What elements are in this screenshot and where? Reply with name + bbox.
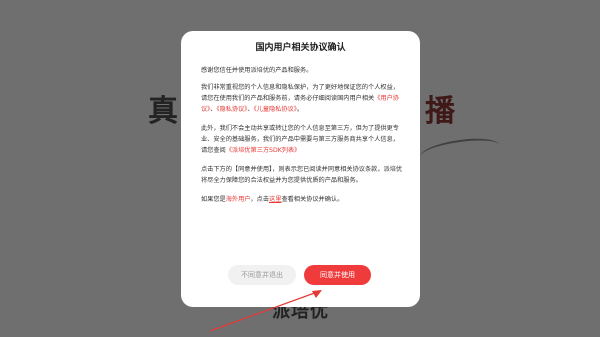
intro-text: 感谢您信任并使用派培优的产品和服务。: [201, 67, 313, 74]
third-party-paragraph: 此外，我们不会主动共享或转让您的个人信息至第三方，但为了提供更专业、安全的基础服…: [201, 123, 404, 156]
overseas-text-b: ，点击: [250, 196, 270, 203]
agree-and-use-button[interactable]: 同意并使用: [304, 265, 371, 285]
child-privacy-agreement-link[interactable]: 《儿童隐私协议》: [254, 106, 297, 113]
privacy-paragraph: 我们非常重视您的个人信息和隐私保护，为了更好地保证您的个人权益，请您在使用我们的…: [201, 82, 404, 115]
agreement-dialog: 国内用户相关协议确认 感谢您信任并使用派培优的产品和服务。 我们非常重视您的个人…: [181, 31, 420, 307]
privacy-text: 我们非常重视您的个人信息和隐私保护，为了更好地保证您的个人权益，请您在使用我们的…: [201, 84, 399, 102]
overseas-text-c: 查看相关协议并确认。: [281, 196, 344, 203]
third-party-sdk-link[interactable]: 《派培优第三方SDK列表》: [226, 147, 301, 154]
here-link[interactable]: 这里: [269, 196, 281, 203]
dialog-title: 国内用户相关协议确认: [255, 43, 346, 53]
overseas-user-link[interactable]: 海外用户: [226, 196, 251, 203]
privacy-agreement-link[interactable]: 《隐私协议》: [216, 106, 247, 113]
dialog-content: 感谢您信任并使用派培优的产品和服务。 我们非常重视您的个人信息和隐私保护，为了更…: [201, 65, 404, 213]
consent-paragraph: 点击下方的【同意并使用】，则表示您已阅读并同意相关协议条款，派培优将尽全力保障您…: [201, 166, 403, 184]
overseas-paragraph: 如果您是海外用户，点击这里查看相关协议并确认。: [201, 194, 404, 205]
decline-and-exit-button[interactable]: 不同意并退出: [228, 265, 296, 285]
period: 。: [296, 106, 304, 113]
background-calligraphy-left: 真: [148, 94, 178, 129]
background-calligraphy-right: 播: [425, 94, 455, 129]
overseas-text-a: 如果您是: [201, 196, 226, 203]
annotation-arrow-icon: [209, 290, 322, 332]
